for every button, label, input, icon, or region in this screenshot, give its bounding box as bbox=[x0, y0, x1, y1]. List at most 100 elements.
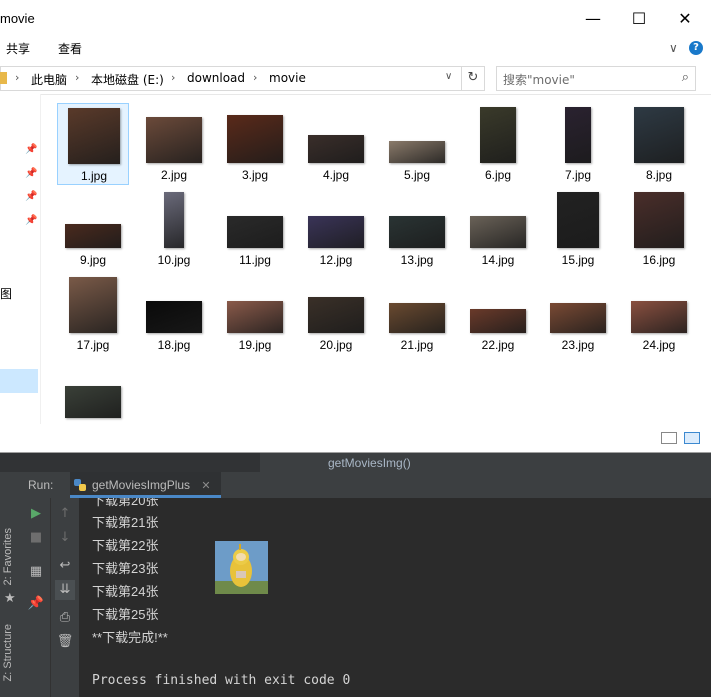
file-item[interactable]: 16.jpg bbox=[623, 188, 695, 270]
file-item[interactable]: 18.jpg bbox=[138, 273, 210, 355]
star-icon[interactable]: ★ bbox=[4, 591, 16, 606]
file-item[interactable]: 11.jpg bbox=[219, 188, 291, 270]
ribbon-tabs: 共享 查看 ∨ ? bbox=[0, 38, 711, 62]
image-thumbnail bbox=[164, 192, 184, 248]
status-bar bbox=[0, 424, 711, 452]
breadcrumb-this-pc[interactable]: 此电脑 bbox=[31, 71, 67, 88]
file-item[interactable]: 12.jpg bbox=[300, 188, 372, 270]
refresh-icon[interactable]: ↻ bbox=[462, 66, 485, 91]
file-name: 12.jpg bbox=[319, 253, 353, 267]
window-title: movie bbox=[0, 11, 35, 26]
file-item[interactable]: 2.jpg bbox=[138, 103, 210, 185]
file-name: 17.jpg bbox=[76, 338, 110, 352]
file-item[interactable]: 10.jpg bbox=[138, 188, 210, 270]
file-item[interactable]: 21.jpg bbox=[381, 273, 453, 355]
image-thumbnail bbox=[308, 216, 364, 248]
large-icons-view-icon[interactable] bbox=[684, 432, 700, 444]
pin-icon[interactable]: 📌 bbox=[25, 168, 37, 179]
chevron-right-icon[interactable]: › bbox=[171, 71, 175, 84]
file-item[interactable]: 14.jpg bbox=[462, 188, 534, 270]
tab-share[interactable]: 共享 bbox=[6, 40, 30, 57]
image-thumbnail bbox=[308, 297, 364, 333]
file-name: 4.jpg bbox=[322, 168, 350, 182]
title-bar[interactable]: movie — ☐ ✕ bbox=[0, 0, 711, 38]
image-thumbnail bbox=[146, 117, 202, 163]
folder-icon bbox=[0, 72, 7, 84]
file-item[interactable]: 7.jpg bbox=[542, 103, 614, 185]
file-item[interactable]: 15.jpg bbox=[542, 188, 614, 270]
chevron-down-icon[interactable]: ∨ bbox=[669, 41, 678, 55]
chevron-right-icon[interactable]: › bbox=[253, 71, 257, 84]
close-icon[interactable]: ✕ bbox=[201, 480, 210, 492]
run-toolbar-primary: ▶ ■ ▦ 📌 bbox=[22, 498, 51, 697]
breadcrumb-download[interactable]: download bbox=[187, 71, 245, 85]
layout-icon[interactable]: ▦ bbox=[26, 562, 46, 582]
function-breadcrumb[interactable]: getMoviesImg() bbox=[260, 453, 711, 473]
file-item[interactable]: 24.jpg bbox=[623, 273, 695, 355]
file-item[interactable]: 19.jpg bbox=[219, 273, 291, 355]
address-bar[interactable]: › 此电脑 › 本地磁盘 (E:) › download › movie ∨ bbox=[0, 66, 462, 91]
console-line: 下载第23张 bbox=[92, 561, 159, 576]
breadcrumb-drive[interactable]: 本地磁盘 (E:) bbox=[91, 71, 164, 88]
file-name: 16.jpg bbox=[642, 253, 676, 267]
favorites-tab[interactable]: 2: Favorites bbox=[2, 528, 20, 585]
file-item[interactable]: 20.jpg bbox=[300, 273, 372, 355]
trash-icon[interactable]: 🗑 bbox=[55, 632, 75, 652]
file-item[interactable]: 5.jpg bbox=[381, 103, 453, 185]
file-item[interactable]: 9.jpg bbox=[57, 188, 129, 270]
search-field[interactable]: 搜索"movie" ⌕ bbox=[496, 66, 696, 91]
navigation-pane[interactable]: 📌 📌 📌 📌 图 bbox=[0, 94, 41, 434]
file-name: 20.jpg bbox=[319, 338, 353, 352]
console-line: 下载第21张 bbox=[92, 515, 159, 530]
soft-wrap-icon[interactable]: ↩ bbox=[55, 556, 75, 576]
file-name: 7.jpg bbox=[564, 168, 592, 182]
file-item[interactable]: 3.jpg bbox=[219, 103, 291, 185]
run-tab[interactable]: getMoviesImgPlus ✕ bbox=[70, 472, 221, 498]
maximize-button[interactable]: ☐ bbox=[616, 2, 662, 36]
image-thumbnail bbox=[470, 216, 526, 248]
console-line: 下载第22张 bbox=[92, 538, 159, 553]
file-item[interactable]: 4.jpg bbox=[300, 103, 372, 185]
help-icon[interactable]: ? bbox=[689, 41, 703, 55]
file-name: 10.jpg bbox=[157, 253, 191, 267]
console-output[interactable]: 下载第20张 下载第21张 下载第22张 下载第23张 下载第24张 下载第25… bbox=[80, 498, 711, 697]
file-name: 2.jpg bbox=[160, 168, 188, 182]
scroll-to-end-icon[interactable]: ⇊ bbox=[55, 580, 75, 600]
breadcrumb-movie[interactable]: movie bbox=[269, 71, 306, 85]
image-thumbnail bbox=[227, 216, 283, 248]
pin-icon[interactable]: 📌 bbox=[25, 144, 37, 155]
file-item[interactable]: 17.jpg bbox=[57, 273, 129, 355]
file-name: 1.jpg bbox=[80, 169, 108, 183]
rerun-icon[interactable]: ▶ bbox=[26, 504, 46, 524]
tab-view[interactable]: 查看 bbox=[58, 40, 82, 57]
minimize-button[interactable]: — bbox=[570, 2, 616, 36]
python-icon bbox=[74, 479, 86, 491]
file-item[interactable]: 23.jpg bbox=[542, 273, 614, 355]
details-view-icon[interactable] bbox=[661, 432, 677, 444]
file-item[interactable]: 13.jpg bbox=[381, 188, 453, 270]
file-name: 14.jpg bbox=[481, 253, 515, 267]
up-arrow-icon[interactable]: ↑ bbox=[55, 504, 75, 524]
file-name: 19.jpg bbox=[238, 338, 272, 352]
file-item[interactable]: 22.jpg bbox=[462, 273, 534, 355]
file-item[interactable]: 8.jpg bbox=[623, 103, 695, 185]
down-arrow-icon[interactable]: ↓ bbox=[55, 528, 75, 548]
structure-tab[interactable]: Z: Structure bbox=[2, 624, 20, 681]
nav-item-label[interactable]: 图 bbox=[0, 285, 12, 302]
pin-icon[interactable]: 📌 bbox=[25, 215, 37, 226]
close-button[interactable]: ✕ bbox=[662, 2, 708, 36]
chevron-right-icon[interactable]: › bbox=[75, 71, 79, 84]
history-dropdown-icon[interactable]: ∨ bbox=[445, 71, 452, 82]
print-icon[interactable]: ⎙ bbox=[55, 608, 75, 628]
pin-icon[interactable]: 📌 bbox=[25, 191, 37, 202]
chevron-right-icon[interactable]: › bbox=[15, 71, 19, 84]
search-icon: ⌕ bbox=[681, 70, 689, 85]
file-name: 6.jpg bbox=[484, 168, 512, 182]
pin-tab-icon[interactable]: 📌 bbox=[26, 594, 46, 614]
file-item[interactable]: 6.jpg bbox=[462, 103, 534, 185]
sticker-image bbox=[215, 541, 268, 594]
stop-icon[interactable]: ■ bbox=[26, 528, 46, 548]
console-line: 下载第24张 bbox=[92, 584, 159, 599]
file-item[interactable]: 1.jpg bbox=[57, 103, 129, 185]
nav-item-selected[interactable] bbox=[0, 369, 38, 393]
